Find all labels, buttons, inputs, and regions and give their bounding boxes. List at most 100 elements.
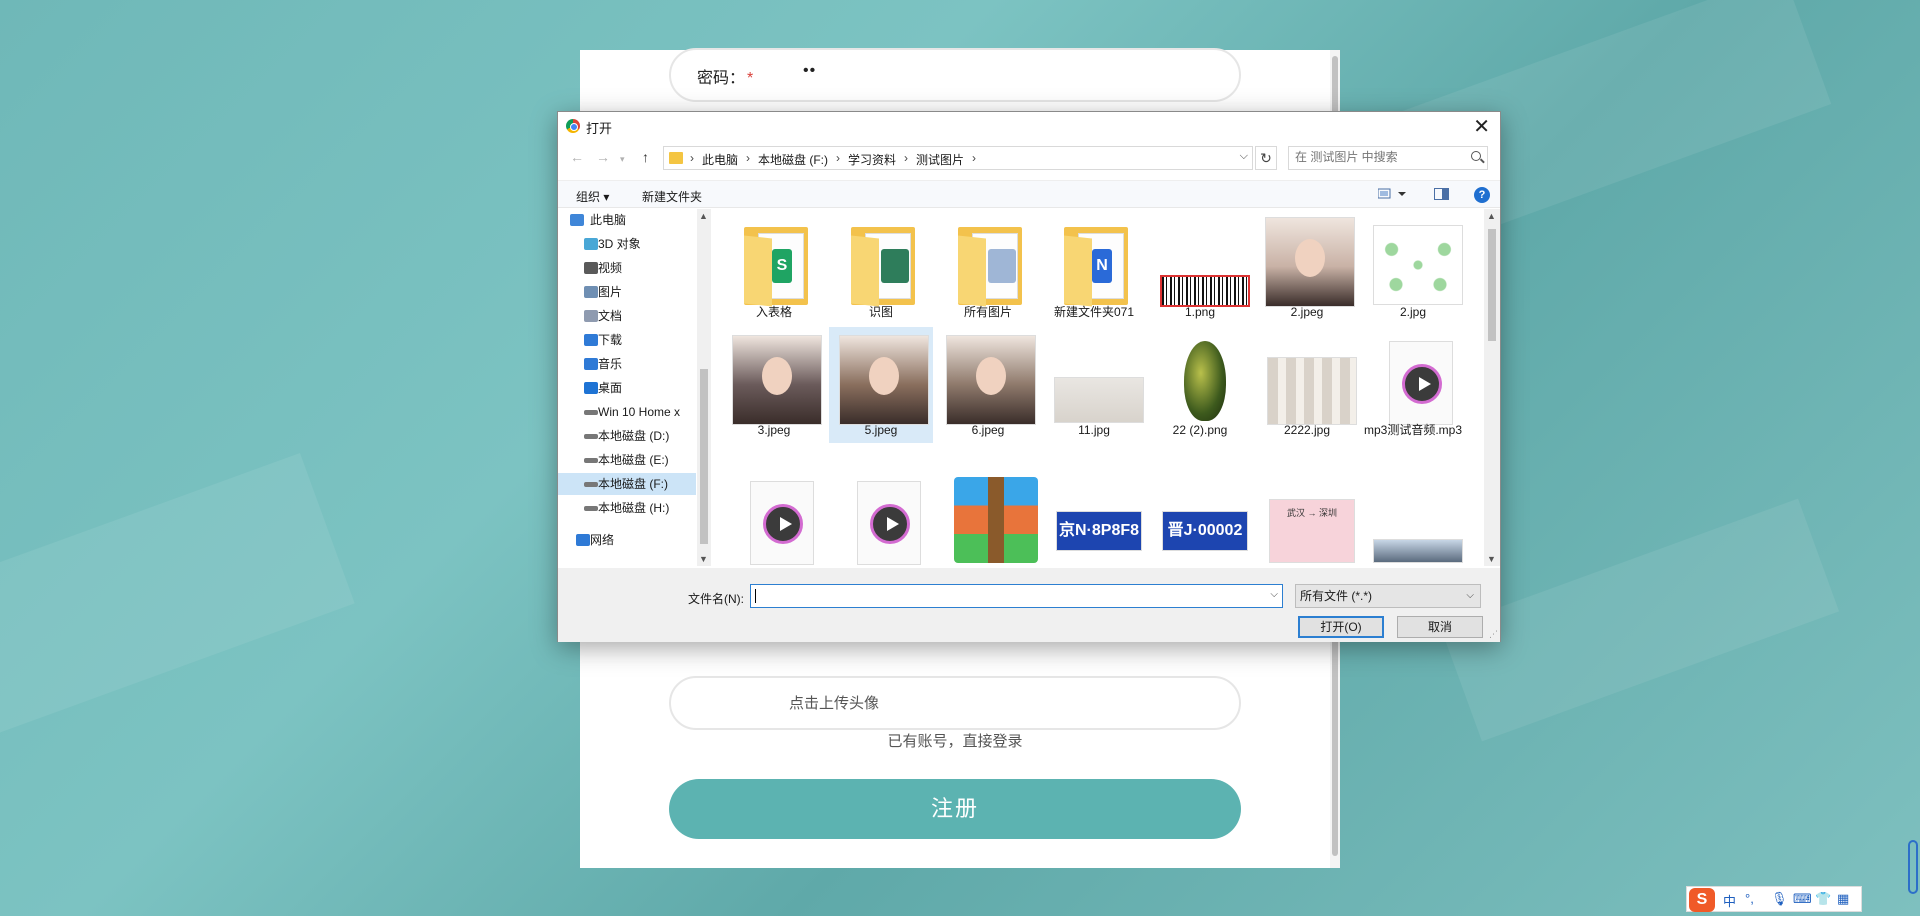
sogou-logo-icon[interactable]: S — [1689, 888, 1715, 912]
file-item[interactable]: 3.jpeg — [722, 327, 826, 443]
sidebar-item-label: 音乐 — [598, 357, 623, 371]
file-name: mp3测试音频.mp3 — [1363, 423, 1463, 437]
drive-icon — [584, 482, 598, 487]
upload-avatar-field[interactable]: 点击上传头像 — [669, 676, 1241, 730]
up-arrow-icon[interactable]: ↑ — [642, 149, 649, 165]
file-item[interactable]: 2.jpeg — [1255, 209, 1359, 325]
sidebar-item[interactable]: 本地磁盘 (F:) — [558, 473, 696, 495]
sidebar-item[interactable]: 本地磁盘 (H:) — [558, 497, 696, 519]
sidebar-item-label: 本地磁盘 (E:) — [598, 453, 669, 467]
sidebar-item[interactable]: 3D 对象 — [558, 233, 696, 255]
search-box[interactable] — [1288, 146, 1488, 170]
file-name: 5.jpeg — [864, 423, 898, 437]
back-arrow-icon[interactable]: ← — [570, 149, 584, 165]
login-link[interactable]: 已有账号，直接登录 — [580, 730, 1330, 751]
sidebar-item[interactable]: 网络 — [558, 529, 696, 551]
file-item[interactable]: 22 (2).png — [1148, 327, 1252, 443]
sidebar-item[interactable]: 视频 — [558, 257, 696, 279]
file-item[interactable]: 6.jpeg — [936, 327, 1040, 443]
chevron-down-icon[interactable]: ⌵ — [1240, 150, 1248, 163]
help-icon[interactable]: ? — [1474, 187, 1490, 203]
organize-menu[interactable]: 组织 ▾ — [576, 188, 609, 205]
sidebar-item[interactable]: 桌面 — [558, 377, 696, 399]
cancel-button[interactable]: 取消 — [1397, 616, 1483, 638]
chevron-down-icon[interactable]: ⌵ — [1270, 589, 1278, 600]
required-mark: * — [747, 70, 754, 87]
folder-icon — [958, 227, 1022, 307]
file-item[interactable]: 武汉 → 深圳 — [1255, 467, 1359, 566]
sidebar-item[interactable]: 图片 — [558, 281, 696, 303]
pictures-icon — [584, 286, 598, 298]
forward-arrow-icon[interactable]: → — [596, 149, 610, 165]
punctuation-toggle[interactable]: °, — [1745, 891, 1754, 906]
scroll-up-icon[interactable]: ▲ — [699, 211, 708, 221]
breadcrumb-test-images[interactable]: 测试图片 — [916, 151, 964, 168]
file-item[interactable]: 5.jpeg — [829, 327, 933, 443]
sidebar-item[interactable]: 本地磁盘 (D:) — [558, 425, 696, 447]
sidebar-item[interactable]: 文档 — [558, 305, 696, 327]
sidebar-item[interactable]: 音乐 — [558, 353, 696, 375]
filename-input[interactable]: ⌵ — [750, 584, 1283, 608]
file-item[interactable]: 2222.jpg — [1255, 327, 1359, 443]
side-handle[interactable] — [1908, 840, 1918, 894]
sidebar-item-label: 本地磁盘 (F:) — [598, 477, 668, 491]
scroll-up-icon[interactable]: ▲ — [1487, 211, 1496, 221]
file-item[interactable]: 京N·8P8F8 — [1042, 467, 1146, 566]
ime-mode[interactable]: 中 — [1723, 891, 1736, 910]
address-bar[interactable]: › 此电脑 › 本地磁盘 (F:) › 学习资料 › 测试图片 › ⌵ — [663, 146, 1253, 170]
scrollbar-thumb[interactable] — [700, 369, 708, 544]
file-item[interactable]: mp3测试音频.mp3 — [1361, 327, 1465, 443]
network-icon — [576, 534, 590, 546]
sidebar-item[interactable]: 本地磁盘 (E:) — [558, 449, 696, 471]
sidebar-item[interactable]: Win 10 Home x — [558, 401, 696, 423]
mic-icon[interactable]: 🎙 — [1771, 891, 1788, 907]
file-list-scrollbar[interactable]: ▲ ▼ — [1484, 209, 1500, 566]
scroll-down-icon[interactable]: ▼ — [1487, 554, 1496, 564]
file-item[interactable]: N 新建文件夹071 — [1042, 209, 1146, 325]
file-item[interactable] — [829, 467, 933, 566]
recent-locations-icon[interactable]: ▾ — [620, 154, 625, 165]
refresh-icon[interactable]: ↻ — [1255, 146, 1277, 170]
file-item[interactable] — [1361, 467, 1465, 566]
file-item[interactable]: 晋J·00002 — [1148, 467, 1252, 566]
background-shape — [0, 453, 355, 747]
file-thumbnail: S — [734, 217, 814, 307]
file-item[interactable] — [722, 467, 826, 566]
music-icon — [584, 358, 598, 370]
password-field[interactable]: 密码： * •• — [669, 48, 1241, 102]
keyboard-icon[interactable]: ⌨ — [1793, 891, 1812, 907]
close-icon[interactable]: ✕ — [1473, 114, 1490, 139]
open-button[interactable]: 打开(O) — [1298, 616, 1384, 638]
sidebar-item[interactable]: 此电脑 — [558, 209, 696, 231]
resize-grip-icon[interactable]: ⋰ — [1489, 629, 1498, 640]
file-item[interactable]: S 入表格 — [722, 209, 826, 325]
navigation-pane-scrollbar[interactable]: ▲ ▼ — [697, 209, 711, 566]
file-item[interactable]: 1.png — [1148, 209, 1252, 325]
breadcrumb-study[interactable]: 学习资料 — [848, 151, 896, 168]
register-button[interactable]: 注册 — [669, 779, 1241, 839]
file-item[interactable]: 2.jpg — [1361, 209, 1465, 325]
shirt-icon[interactable]: 👕 — [1815, 891, 1831, 907]
file-name: 入表格 — [755, 305, 792, 319]
scrollbar-thumb[interactable] — [1488, 229, 1496, 341]
computer-icon — [570, 214, 584, 226]
breadcrumb-drive-f[interactable]: 本地磁盘 (F:) — [758, 151, 828, 168]
photo-face — [762, 357, 792, 395]
sidebar-item-label: 3D 对象 — [598, 237, 641, 251]
view-options-icon[interactable] — [1377, 187, 1408, 204]
file-item[interactable]: 识图 — [829, 209, 933, 325]
file-item[interactable]: 所有图片 — [936, 209, 1040, 325]
file-item[interactable] — [936, 467, 1040, 566]
filetype-select[interactable]: 所有文件 (*.*) ⌵ — [1295, 584, 1481, 608]
sidebar-item-label: 下载 — [598, 333, 623, 347]
scroll-down-icon[interactable]: ▼ — [699, 554, 708, 564]
breadcrumb-this-pc[interactable]: 此电脑 — [702, 151, 738, 168]
search-input[interactable] — [1295, 150, 1455, 164]
grid-icon[interactable]: ▦ — [1837, 891, 1849, 907]
file-item[interactable]: 11.jpg — [1042, 327, 1146, 443]
photo-face — [869, 357, 899, 395]
sidebar-item[interactable]: 下载 — [558, 329, 696, 351]
new-folder-button[interactable]: 新建文件夹 — [642, 188, 702, 205]
navigation-pane: 此电脑 3D 对象视频 图片 文档下载音乐桌面 Win 10 Home x 本地磁盘 (D… — [558, 209, 698, 566]
preview-pane-icon[interactable] — [1434, 187, 1450, 204]
